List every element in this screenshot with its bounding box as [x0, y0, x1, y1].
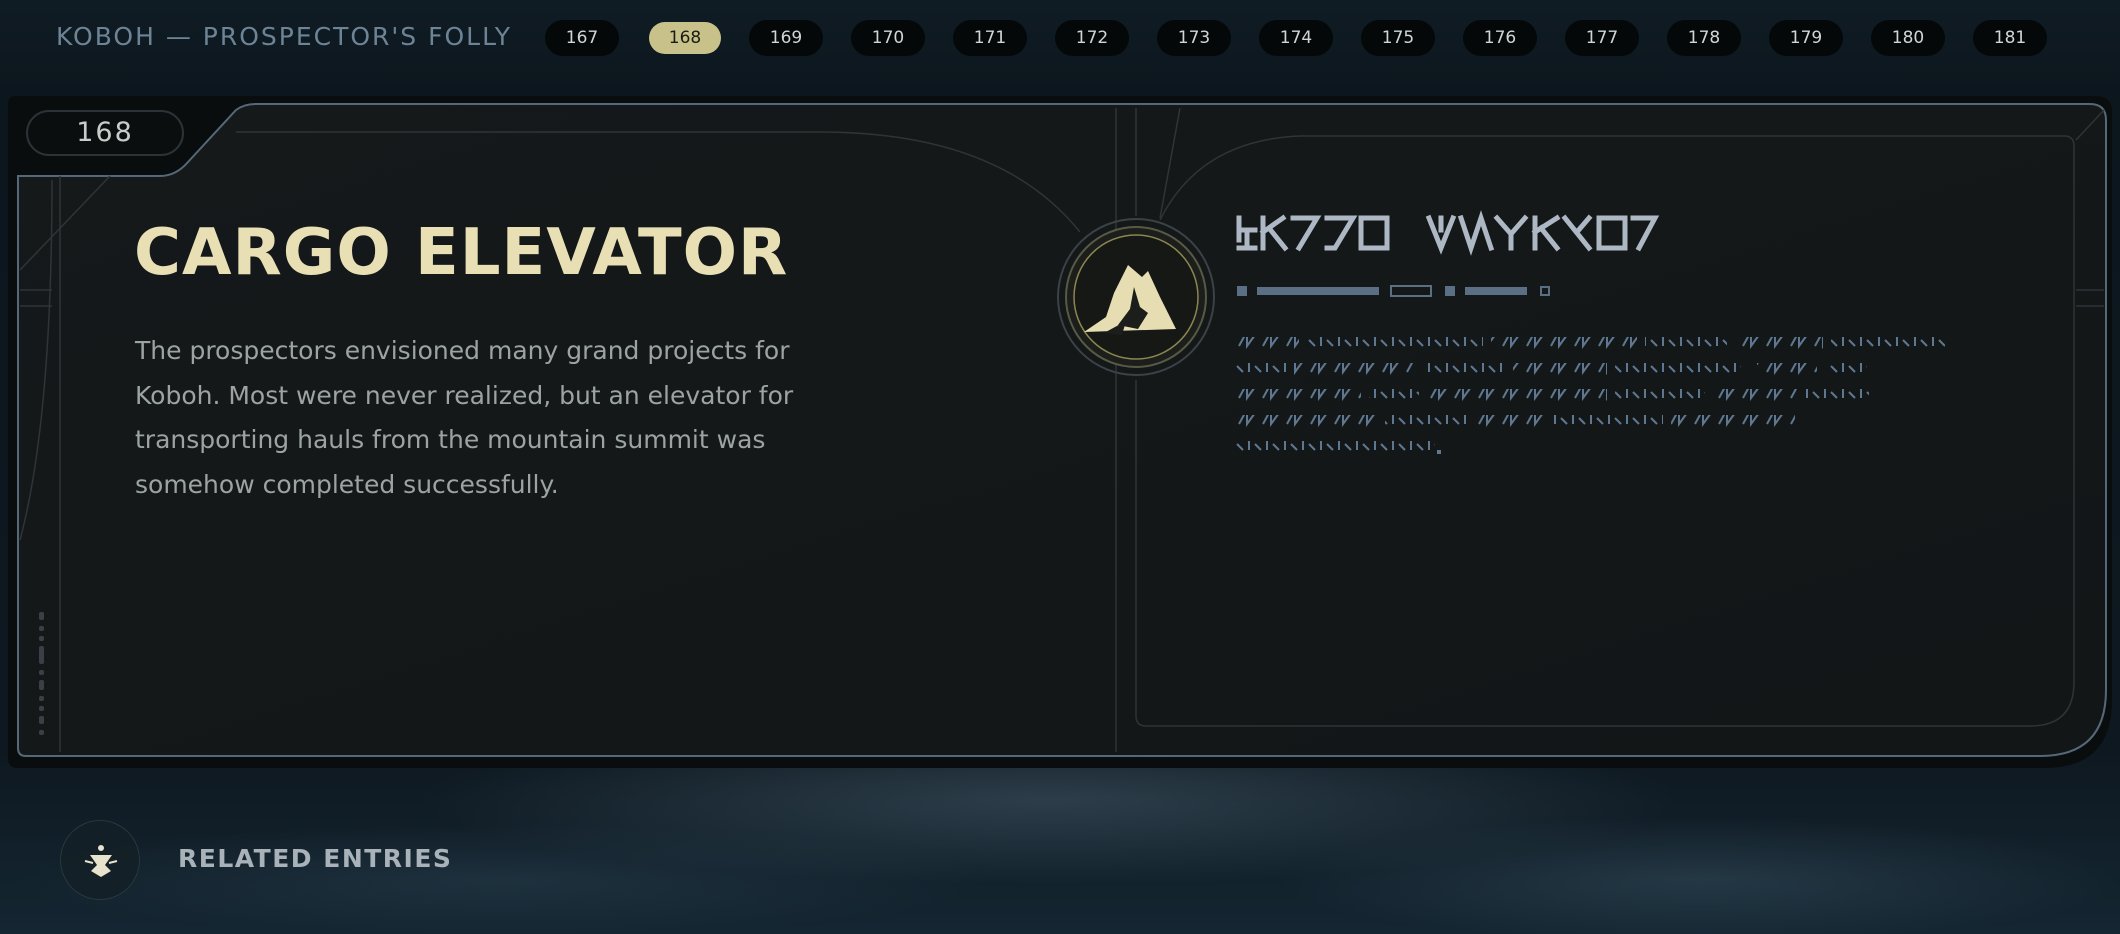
entry-title: CARGO ELEVATOR	[134, 216, 789, 290]
entry-number-badge: 168	[26, 110, 184, 156]
page-pill-177[interactable]: 177	[1565, 20, 1639, 56]
related-entries-label: RELATED ENTRIES	[178, 844, 453, 873]
aurebesh-description-glyphs	[1235, 337, 1945, 457]
page-pill-169[interactable]: 169	[749, 20, 823, 56]
page-pill-181[interactable]: 181	[1973, 20, 2047, 56]
page-pill-173[interactable]: 173	[1157, 20, 1231, 56]
side-scroll-indicator	[39, 612, 44, 735]
page-pill-172[interactable]: 172	[1055, 20, 1129, 56]
page-pill-168-active[interactable]: 168	[649, 22, 721, 54]
page-pill-179[interactable]: 179	[1769, 20, 1843, 56]
top-bar: KOBOH — PROSPECTOR'S FOLLY 167 168 169 1…	[0, 0, 2120, 78]
page-pill-171[interactable]: 171	[953, 20, 1027, 56]
meditation-figure-icon	[60, 820, 140, 900]
page-pill-167[interactable]: 167	[545, 20, 619, 56]
page-pill-176[interactable]: 176	[1463, 20, 1537, 56]
region-title: KOBOH — PROSPECTOR'S FOLLY	[56, 22, 512, 51]
page-pill-170[interactable]: 170	[851, 20, 925, 56]
aurebesh-divider-bars	[1237, 285, 1550, 297]
page-pill-180[interactable]: 180	[1871, 20, 1945, 56]
page-pill-174[interactable]: 174	[1259, 20, 1333, 56]
entry-description: The prospectors envisioned many grand pr…	[135, 336, 794, 499]
mountain-emblem-icon	[1057, 218, 1215, 376]
aurebesh-title-glyphs	[1236, 210, 1660, 256]
page-pill-175[interactable]: 175	[1361, 20, 1435, 56]
page-pill-178[interactable]: 178	[1667, 20, 1741, 56]
